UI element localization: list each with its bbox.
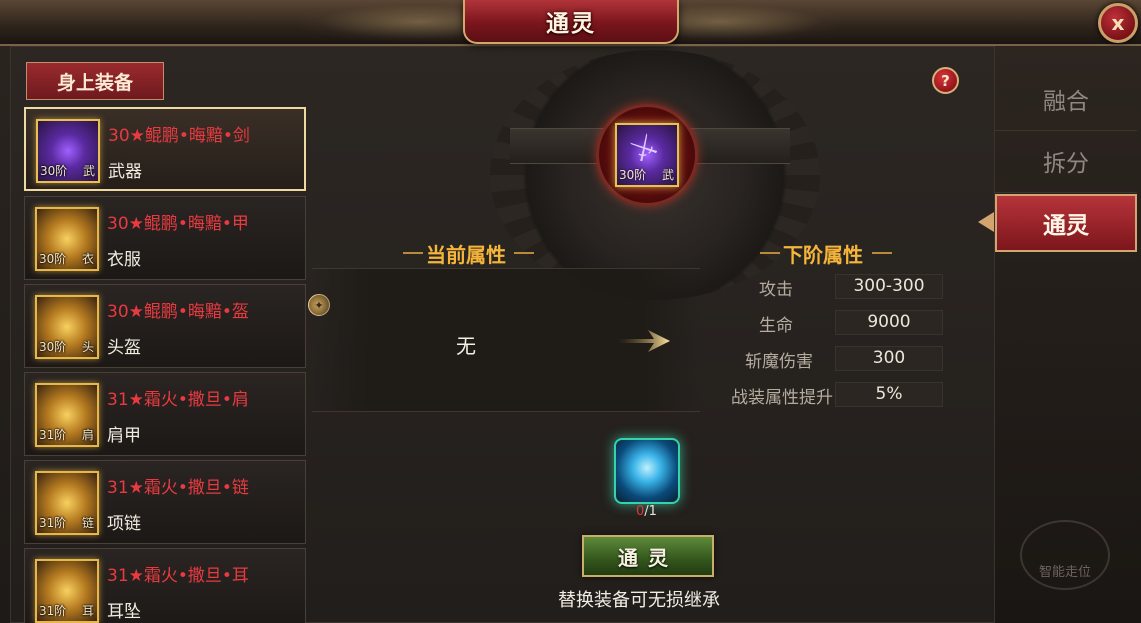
tab-fusion[interactable]: 融合 [995,70,1137,128]
item-type: 项链 [107,514,141,534]
material-slot[interactable] [608,434,688,508]
item-type: 头盔 [107,338,141,358]
equipment-header-label: 身上装备 [56,71,133,94]
item-name: 30★鲲鹏•晦黯•甲 [107,214,249,234]
earring-icon: 31阶 耳 [35,559,99,623]
heading-deco [872,252,892,254]
item-name: 31★霜火•撒旦•链 [107,478,249,498]
item-tier: 31阶 [39,516,67,530]
arrow-right-icon [618,330,670,352]
item-type: 肩甲 [107,426,141,446]
tab-label: 拆分 [1043,151,1089,177]
equipment-item-armor[interactable]: 30阶 衣 30★鲲鹏•晦黯•甲 衣服 [24,196,306,280]
item-slot: 肩 [81,428,94,442]
sword-icon: 30阶 武 [36,119,100,183]
helmet-icon: 30阶 头 [35,295,99,359]
next-attr-label: 战装属性提升 [731,388,833,408]
item-slot: 链 [81,516,94,530]
center-item-slot: 武 [661,168,674,182]
shoulder-icon: 31阶 肩 [35,383,99,447]
equipment-header: 身上装备 [26,62,164,100]
equipment-item-earring[interactable]: 31阶 耳 31★霜火•撒旦•耳 耳坠 [24,548,306,623]
tongling-button-label: 通灵 [618,545,678,570]
tab-label: 融合 [1043,89,1089,115]
heading-deco [514,252,534,254]
close-icon: x [1111,11,1125,35]
tab-pointer-icon [978,212,994,232]
next-attr-label: 生命 [759,316,793,336]
title-plate: 通灵 [463,0,679,44]
tongling-button[interactable]: 通灵 [582,535,714,577]
item-tier: 30阶 [39,252,67,266]
window-title: 通灵 [546,11,596,37]
item-slot: 衣 [81,252,94,266]
item-name: 31★霜火•撒旦•耳 [107,566,249,586]
orb-icon [614,438,680,504]
tab-divider [995,130,1137,131]
material-need: /1 [644,504,657,519]
item-type: 衣服 [107,250,141,270]
help-label: ? [941,71,950,90]
next-attr-label: 斩魔伤害 [745,352,813,372]
next-attr-label: 攻击 [759,280,793,300]
item-name: 30★鲲鹏•晦黯•盔 [107,302,249,322]
equipment-item-weapon[interactable]: 30阶 武 30★鲲鹏•晦黯•剑 武器 [24,107,306,191]
item-tier: 30阶 [40,164,68,178]
material-count: 0/1 [636,504,657,519]
item-tier: 30阶 [39,340,67,354]
item-name: 31★霜火•撒旦•肩 [107,390,249,410]
tab-divider [995,192,1137,193]
heading-deco [760,252,780,254]
item-type: 武器 [108,162,142,182]
equipment-item-shoulder[interactable]: 31阶 肩 31★霜火•撒旦•肩 肩甲 [24,372,306,456]
item-slot: 头 [81,340,94,354]
item-slot: 耳 [81,604,94,618]
hint-text: 替换装备可无损继承 [558,590,720,611]
center-item-tier: 30阶 [619,168,647,182]
next-attr-value: 300-300 [835,274,943,299]
next-attr-value: 9000 [835,310,943,335]
item-name: 30★鲲鹏•晦黯•剑 [108,126,250,146]
sword-icon: ⚔ [624,126,665,171]
item-type: 耳坠 [107,602,141,622]
next-attr-value: 5% [835,382,943,407]
item-tier: 31阶 [39,428,67,442]
help-icon[interactable]: ? [932,67,959,94]
current-attrs-heading: 当前属性 [426,243,506,267]
heading-deco [403,252,423,254]
armor-icon: 30阶 衣 [35,207,99,271]
current-attrs-value: 无 [456,334,476,358]
tab-tongling[interactable]: 通灵 [995,194,1137,252]
close-button[interactable]: x [1098,3,1138,43]
equipment-item-necklace[interactable]: 31阶 链 31★霜火•撒旦•链 项链 [24,460,306,544]
tab-label: 通灵 [1043,213,1089,239]
equipment-item-helmet[interactable]: 30阶 头 30★鲲鹏•晦黯•盔 头盔 [24,284,306,368]
tab-split[interactable]: 拆分 [995,132,1137,190]
next-attr-value: 300 [835,346,943,371]
auto-nav-label: 智能走位 [1038,565,1091,580]
item-slot: 武 [82,164,95,178]
selected-item-slot[interactable]: ⚔ 30阶 武 [615,123,679,187]
next-attrs-heading: 下阶属性 [783,243,863,267]
item-tier: 31阶 [39,604,67,618]
necklace-icon: 31阶 链 [35,471,99,535]
auto-nav-button[interactable]: 智能走位 [1020,520,1110,590]
